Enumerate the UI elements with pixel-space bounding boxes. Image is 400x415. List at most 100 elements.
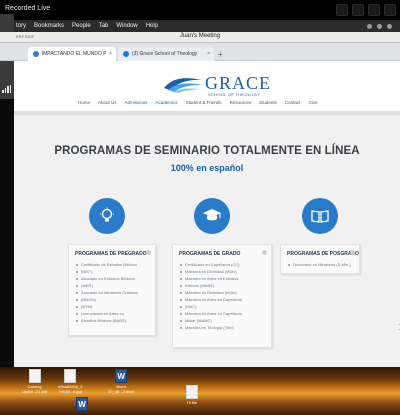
file-caption: Catalog Updat...21.pdf	[22, 384, 48, 394]
program-item[interactable]: (BIST)	[76, 269, 138, 274]
web-page: GRACE SCHOOL OF THEOLOGY Home About Us A…	[14, 61, 400, 367]
program-item[interactable]: Maestría en Artes en Capellanía	[180, 297, 242, 302]
meeting-toolbar: ERY EXIT Juan's Meeting	[0, 32, 400, 43]
logo-subtitle: SCHOOL OF THEOLOGY	[208, 92, 261, 97]
book-icon	[302, 198, 338, 234]
status-icon[interactable]	[387, 23, 392, 29]
window-icon-1[interactable]	[336, 4, 348, 16]
pdf-file-icon	[28, 369, 41, 383]
card-postgraduate[interactable]: PROGRAMAS DE POSGRADO Doctorado en Minis…	[280, 244, 360, 274]
program-item[interactable]: Maestría en Teología (ThM)	[180, 325, 242, 330]
site-header: GRACE SCHOOL OF THEOLOGY Home About Us A…	[14, 61, 400, 111]
card-dot-icon	[262, 250, 267, 255]
program-item[interactable]: Maestría en Divinidad (MDiv)	[180, 269, 242, 274]
program-item[interactable]: Licenciatura en Artes en	[76, 311, 138, 316]
nav-admissions[interactable]: Admissions	[125, 100, 148, 105]
window-icon-4[interactable]	[384, 4, 396, 16]
word-file-icon: W	[76, 397, 88, 411]
card-dot-icon	[350, 250, 355, 255]
browser-tab-impactando[interactable]: IMPACTANDO EL MUNDO PA ×	[28, 47, 116, 61]
menu-status-icons	[367, 23, 400, 29]
program-item[interactable]: Doctorado en Ministerio (D.Min.)	[288, 262, 351, 267]
new-tab-button[interactable]: +	[218, 50, 223, 59]
meeting-title: Juan's Meeting	[179, 33, 221, 39]
program-list: Certificado en Capellanía (CC) Maestría …	[180, 262, 242, 332]
program-item[interactable]: Asociado en Ministerio Cristiano	[76, 290, 138, 295]
menu-item-help[interactable]: Help	[146, 23, 158, 29]
document-file-icon	[186, 385, 198, 399]
desktop-wallpaper: Catalog Updat...21.pdf e9ba82808_2 74046…	[0, 367, 400, 415]
page-headline: PROGRAMAS DE SEMINARIO TOTALMENTE EN LÍN…	[54, 145, 360, 157]
image-file-icon	[64, 369, 77, 383]
menu-item-window[interactable]: Window	[116, 23, 137, 29]
file-caption: Hi file	[186, 400, 197, 405]
nav-students[interactable]: Students	[259, 100, 277, 105]
screen: Recorded Live tory Bookmarks People Tab …	[0, 0, 400, 415]
program-item[interactable]: Maestría en Artes en Estudios	[180, 276, 242, 281]
status-icon[interactable]	[377, 23, 382, 29]
program-item[interactable]: (MAC)	[180, 304, 242, 309]
window-icon-3[interactable]	[368, 4, 380, 16]
program-item[interactable]: Estudios Bíblicos (BABS)	[76, 318, 138, 323]
tab-close-icon[interactable]: ×	[109, 51, 116, 57]
grace-logo[interactable]: GRACE SCHOOL OF THEOLOGY	[162, 71, 272, 97]
recording-bar: Recorded Live	[0, 0, 400, 22]
card-title: PROGRAMAS DE GRADO	[179, 251, 241, 257]
card-undergraduate[interactable]: PROGRAMAS DE PREGRADO Certificado de Est…	[68, 244, 156, 336]
tab-close-icon[interactable]: ×	[207, 51, 214, 57]
program-item[interactable]: Bíblicos (MABS)	[180, 283, 242, 288]
program-item[interactable]: Maestría en Divinidad (MDiv)	[180, 290, 242, 295]
signal-bars-icon	[2, 85, 11, 93]
program-item[interactable]: Certificado de Estudios Bíblicos	[76, 262, 138, 267]
window-controls	[334, 4, 396, 18]
program-item[interactable]: Militar (MAMC)	[180, 318, 242, 323]
program-item[interactable]: Asociado en Estudios Bíblicos	[76, 276, 138, 281]
word-file-icon: W	[115, 369, 128, 383]
desktop-file-hi[interactable]: Hi file	[186, 385, 198, 405]
graduation-cap-icon	[194, 198, 230, 234]
desktop-file-image[interactable]: e9ba82808_2 74046...e.jpg	[58, 369, 82, 394]
section-divider	[14, 111, 400, 115]
browser-tab-strip: IMPACTANDO EL MUNDO PA × (3) Grace Schoo…	[0, 43, 400, 61]
mac-menu-bar: tory Bookmarks People Tab Window Help	[0, 20, 400, 32]
menu-item-tab[interactable]: Tab	[99, 23, 109, 29]
nav-resources[interactable]: Resources	[230, 100, 252, 105]
status-icon[interactable]	[367, 23, 372, 29]
lightbulb-icon	[89, 198, 125, 234]
nav-academics[interactable]: Academics	[156, 100, 178, 105]
page-subheadline: 100% en español	[170, 163, 244, 173]
facebook-favicon-icon	[123, 51, 129, 57]
file-caption: Word 30_08...2.docx	[108, 384, 135, 394]
site-nav: Home About Us Admissions Academics Stude…	[78, 100, 348, 105]
menu-item-people[interactable]: People	[72, 23, 91, 29]
desktop-file-word-doc[interactable]: W Word 30_08...2.docx	[108, 369, 134, 394]
tab-label: (3) Grace School of Theology	[132, 51, 198, 57]
program-item[interactable]: (AIBS)	[76, 283, 138, 288]
tab-label: IMPACTANDO EL MUNDO PA	[41, 51, 107, 57]
nav-student-friends[interactable]: Student & Friends	[186, 100, 222, 105]
program-item[interactable]: (BTM)	[76, 304, 138, 309]
card-dot-icon	[146, 250, 151, 255]
program-item[interactable]: (BMCM)	[76, 297, 138, 302]
program-list: Certificado de Estudios Bíblicos (BIST) …	[76, 262, 138, 325]
menu-item-bookmarks[interactable]: Bookmarks	[34, 23, 64, 29]
wave-logo-icon	[164, 78, 202, 93]
logo-wordmark: GRACE	[205, 73, 272, 93]
window-icon-2[interactable]	[352, 4, 364, 16]
nav-contact[interactable]: Contact	[285, 100, 301, 105]
menu-item-history[interactable]: tory	[16, 23, 26, 29]
program-item[interactable]: Certificado en Capellanía (CC)	[180, 262, 242, 267]
desktop-file-catalog[interactable]: Catalog Updat...21.pdf	[22, 369, 47, 394]
tab-favicon-icon	[33, 51, 39, 57]
nav-give[interactable]: Give	[308, 100, 317, 105]
browser-tab-grace[interactable]: (3) Grace School of Theology ×	[118, 47, 214, 61]
desktop-file-word[interactable]: W	[76, 397, 88, 411]
card-title: PROGRAMAS DE PREGRADO	[75, 251, 147, 257]
recording-label: Recorded Live	[5, 5, 51, 12]
program-item[interactable]: Maestría en Artes en Capellanía	[180, 311, 242, 316]
file-caption: e9ba82808_2 74046...e.jpg	[58, 384, 83, 394]
card-title: PROGRAMAS DE POSGRADO	[287, 251, 359, 257]
card-graduate[interactable]: PROGRAMAS DE GRADO Certificado en Capell…	[172, 244, 272, 348]
nav-about[interactable]: About Us	[98, 100, 117, 105]
nav-home[interactable]: Home	[78, 100, 90, 105]
